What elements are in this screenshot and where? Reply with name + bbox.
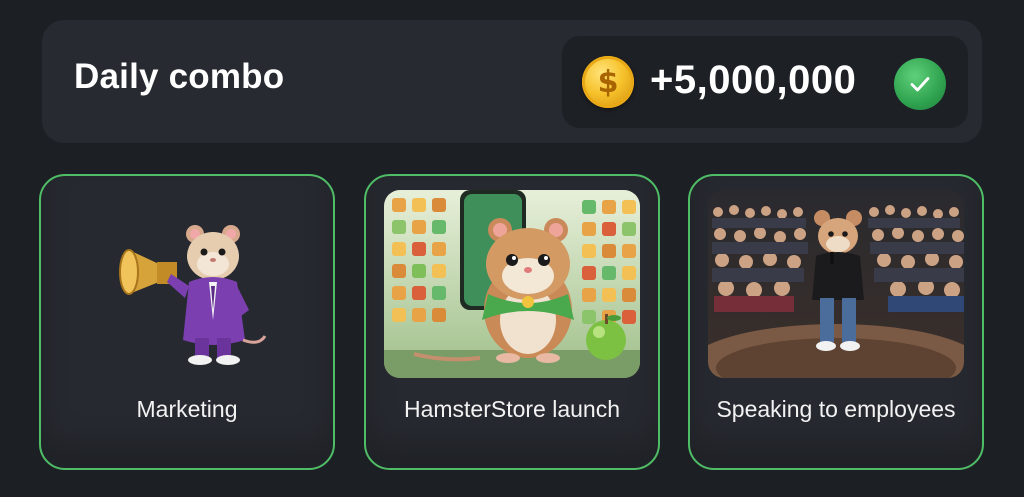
checkmark-icon [894,58,946,110]
daily-combo-header: Daily combo $ +5,000,000 [42,20,982,143]
daily-combo-title: Daily combo [74,57,285,96]
coin-icon: $ [582,56,634,108]
combo-card-speaking-to-employees[interactable]: Speaking to employees [688,174,984,470]
combo-card-hamsterstore-launch[interactable]: HamsterStore launch [364,174,660,470]
reward-amount: +5,000,000 [650,58,857,102]
combo-card-label: Marketing [136,396,238,422]
reward-box: $ +5,000,000 [562,36,968,128]
hamster-app-store-illustration [384,190,640,378]
combo-card-label: HamsterStore launch [403,396,621,422]
hamster-megaphone-illustration [59,190,315,378]
combo-card-marketing[interactable]: Marketing [39,174,335,470]
combo-card-label: Speaking to employees [716,396,956,422]
hamster-speaking-crowd-illustration [708,190,964,378]
